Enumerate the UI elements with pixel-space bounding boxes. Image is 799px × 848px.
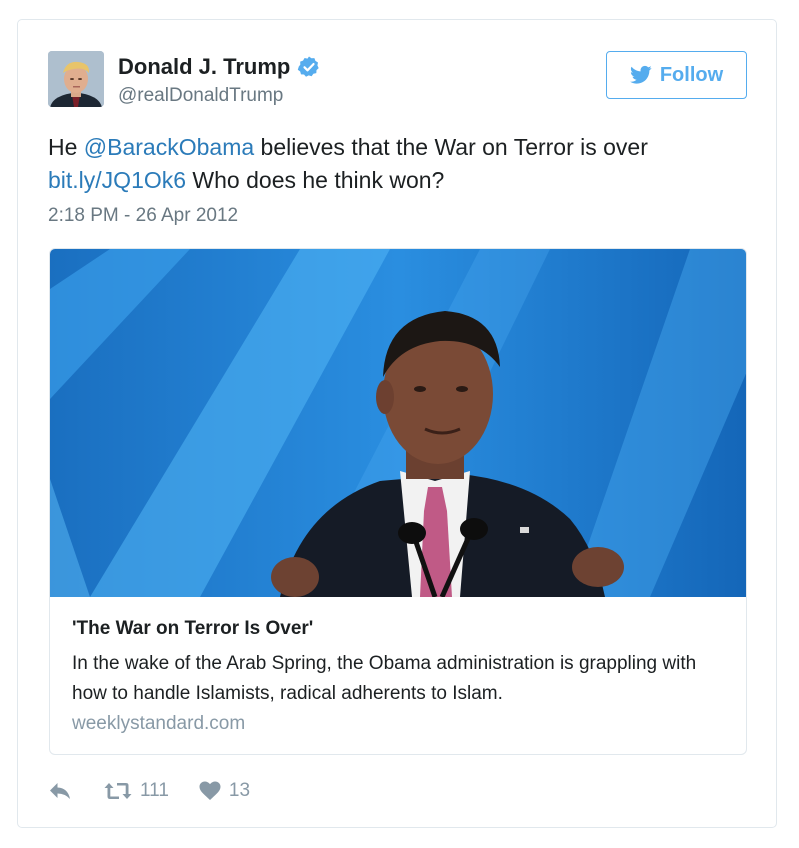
- twitter-bird-icon: [629, 65, 652, 84]
- card-thumbnail-image: [50, 249, 746, 597]
- like-count: 13: [228, 780, 251, 801]
- card-domain: weeklystandard.com: [72, 713, 246, 734]
- retweet-icon: [104, 783, 132, 799]
- embedded-tweet: Donald J. Trump @realDonaldTrump Follow …: [17, 19, 777, 828]
- follow-button-label: Follow: [659, 63, 724, 86]
- retweet-action[interactable]: 111: [104, 780, 169, 802]
- reply-action[interactable]: [48, 781, 72, 801]
- author-name-row[interactable]: Donald J. Trump: [118, 54, 321, 80]
- like-action[interactable]: 13: [199, 780, 250, 802]
- avatar-portrait-image: [48, 51, 104, 107]
- short-url-link[interactable]: bit.ly/JQ1Ok6: [48, 167, 186, 193]
- tweet-text-middle: believes that the War on Terror is over: [254, 134, 648, 160]
- mention-link[interactable]: @BarackObama: [84, 134, 254, 160]
- author-avatar[interactable]: [48, 51, 104, 107]
- verified-badge-icon: [298, 56, 320, 77]
- tweet-actions: 111 13: [48, 780, 250, 802]
- author-display-name[interactable]: Donald J. Trump: [118, 54, 290, 80]
- follow-button[interactable]: Follow: [606, 51, 747, 99]
- tweet-text: He @BarackObama believes that the War on…: [48, 131, 748, 197]
- tweet-text-suffix: Who does he think won?: [186, 167, 445, 193]
- tweet-text-prefix: He: [48, 134, 84, 160]
- tweet-timestamp[interactable]: 2:18 PM - 26 Apr 2012: [48, 205, 238, 227]
- author-handle[interactable]: @realDonaldTrump: [118, 85, 283, 107]
- reply-icon: [50, 783, 70, 799]
- card-title[interactable]: 'The War on Terror Is Over': [72, 618, 313, 640]
- heart-icon: [199, 781, 221, 800]
- link-preview-card[interactable]: 'The War on Terror Is Over' In the wake …: [49, 248, 747, 755]
- retweet-count: 111: [140, 780, 169, 801]
- card-description: In the wake of the Arab Spring, the Obam…: [72, 653, 697, 704]
